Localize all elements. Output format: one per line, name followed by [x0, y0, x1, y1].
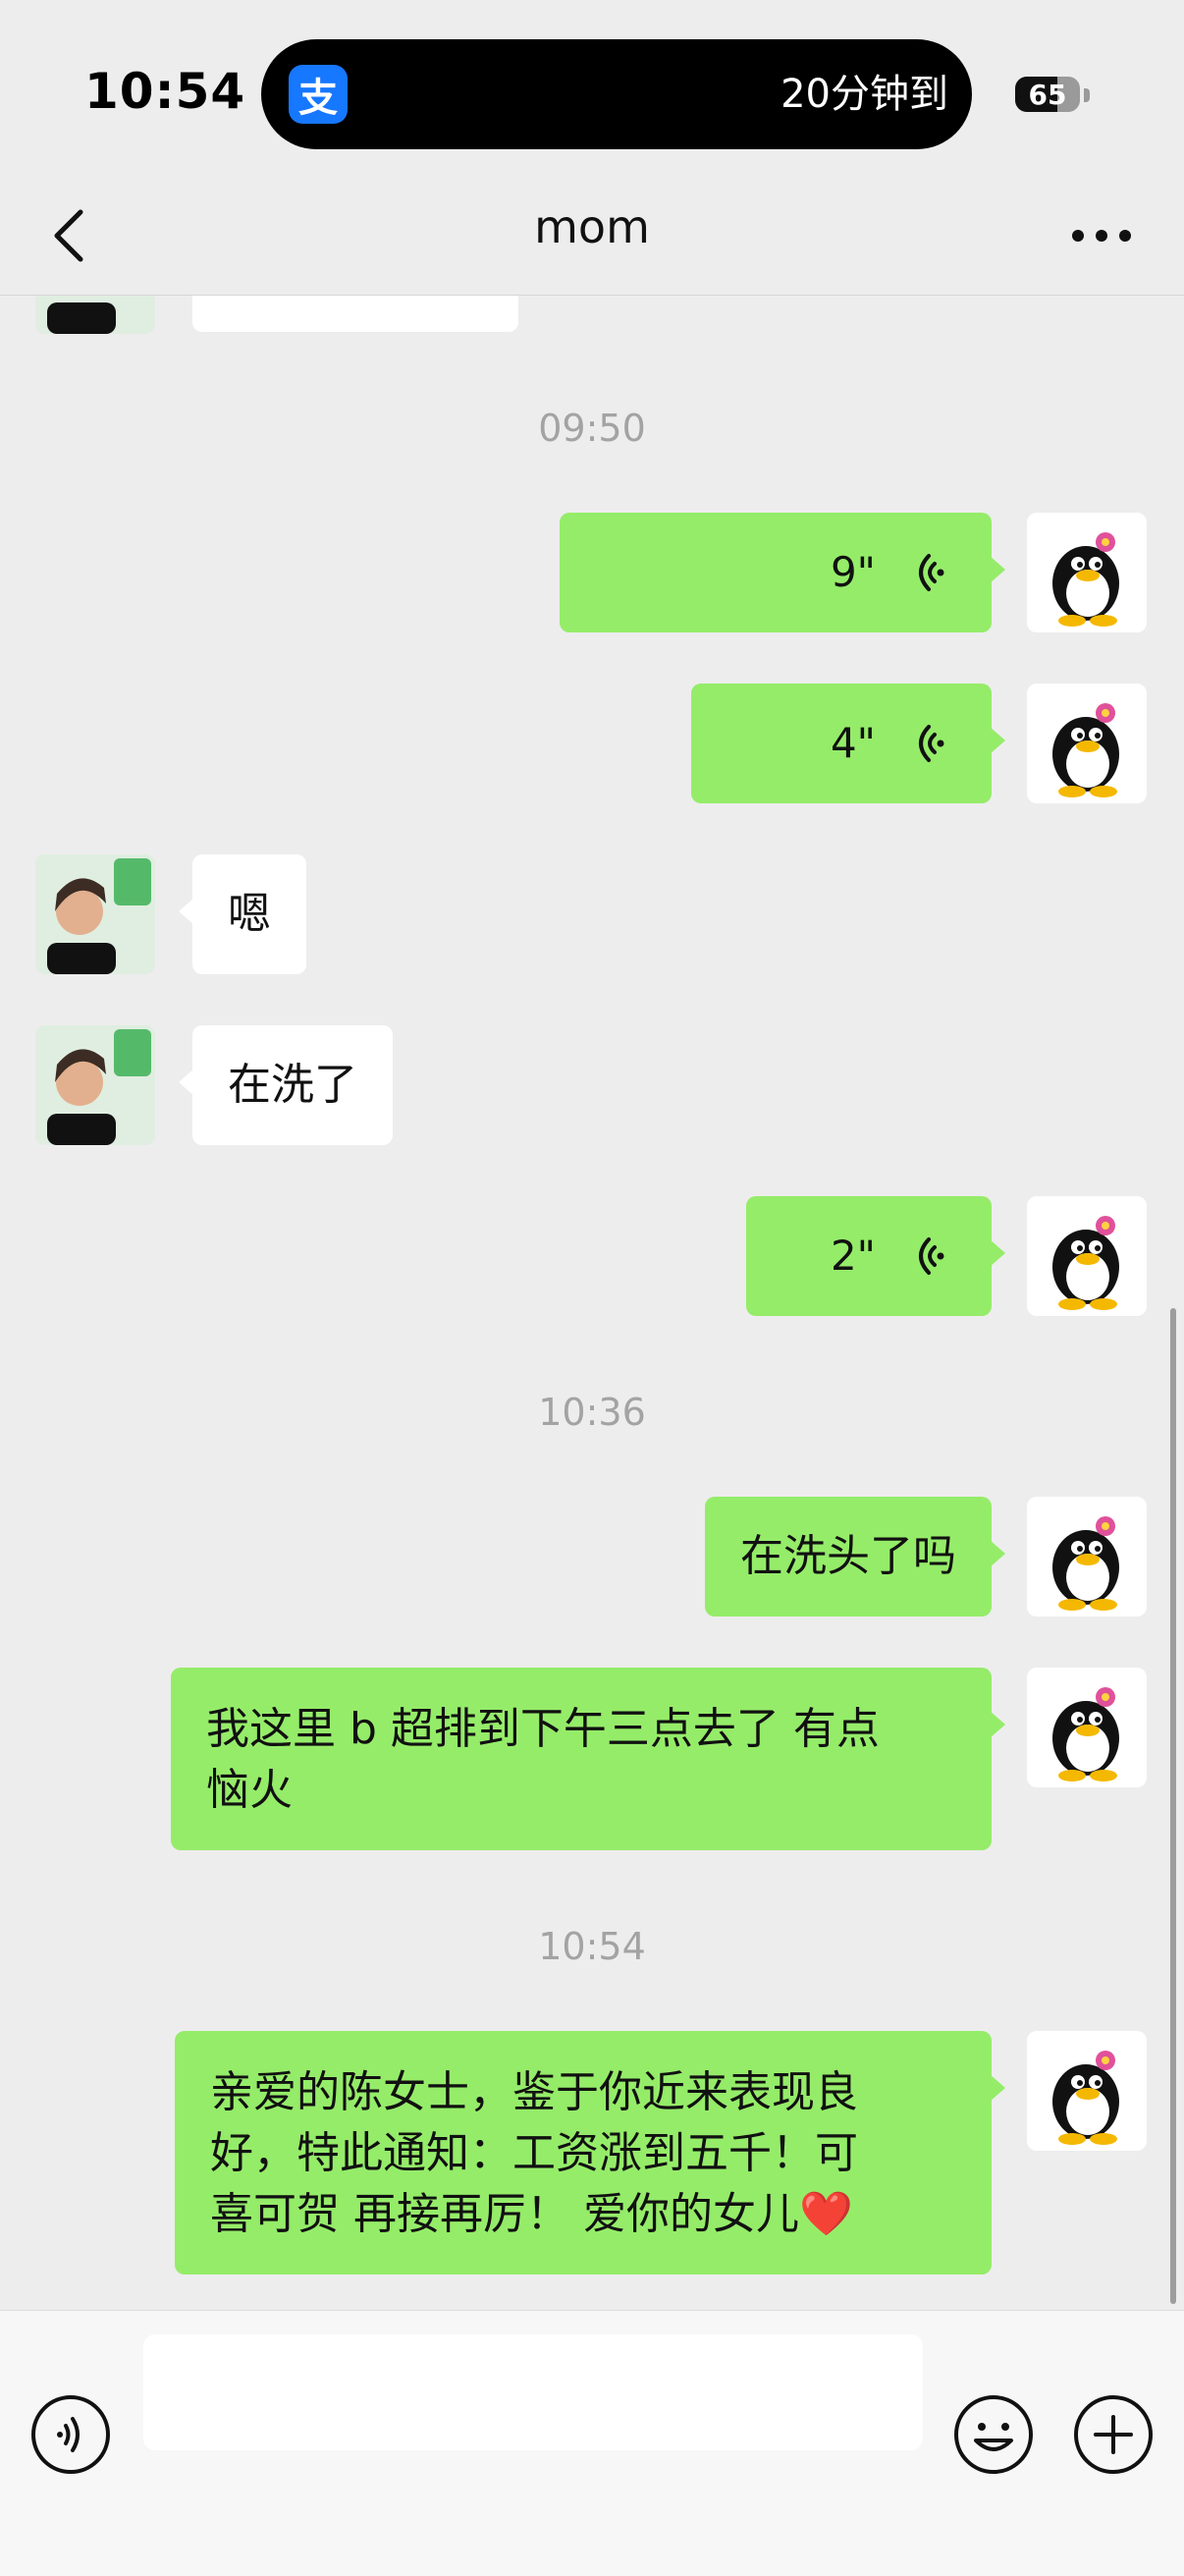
mom-avatar-image [35, 295, 155, 334]
mom-text-message[interactable]: 在洗了 [179, 1025, 393, 1145]
battery-icon: 65 [1015, 77, 1080, 112]
voice-toggle-icon [31, 2395, 110, 2474]
voice-wave-icon [919, 554, 944, 591]
voice-duration: 4" [830, 719, 876, 767]
penguin-avatar-icon [1052, 1516, 1119, 1611]
chat-header: mom [0, 177, 1184, 296]
chat-title: mom [534, 200, 650, 253]
my-text-message[interactable]: 亲爱的陈女士，鉴于你近来表现良 好，特此通知：工资涨到五千！可 喜可贺 再接再厉… [175, 2031, 1005, 2275]
my-voice-message[interactable]: 2" [746, 1196, 1005, 1316]
more-options-button[interactable] [1062, 204, 1141, 267]
my-avatar[interactable] [1027, 1668, 1147, 1787]
voice-wave-icon [919, 1237, 944, 1275]
alipay-icon[interactable]: 支 [289, 65, 348, 124]
my-avatar[interactable] [1027, 1196, 1147, 1316]
mom-avatar[interactable] [35, 1025, 155, 1145]
plus-icon [1074, 2395, 1153, 2474]
emoji-icon [954, 2395, 1033, 2474]
penguin-avatar-icon [1052, 1687, 1119, 1781]
battery-percent: 65 [1028, 78, 1067, 111]
my-avatar[interactable] [1027, 684, 1147, 803]
my-voice-message[interactable]: 4" [691, 684, 1005, 803]
voice-duration: 2" [830, 1232, 876, 1280]
voice-wave-icon [919, 725, 944, 762]
timestamp-1036: 10:36 [538, 1391, 646, 1434]
mom-avatar[interactable] [35, 295, 155, 334]
my-avatar[interactable] [1027, 2031, 1147, 2151]
live-activity-text: 20分钟到 [780, 72, 948, 117]
penguin-avatar-icon [1052, 532, 1119, 627]
status-time: 10:54 [84, 63, 246, 120]
my-text-message[interactable]: 在洗头了吗 [705, 1497, 1005, 1617]
mom-avatar-image [35, 1025, 155, 1145]
battery-cap [1084, 88, 1090, 102]
penguin-avatar-icon [1052, 2051, 1119, 2145]
my-avatar[interactable] [1027, 1497, 1147, 1617]
my-text-message[interactable]: 我这里 b 超排到下午三点去了 有点 恼火 [171, 1668, 1005, 1850]
chat-scrollbar[interactable] [1170, 1308, 1176, 2304]
voice-toggle-button[interactable] [29, 2393, 112, 2476]
my-voice-message[interactable]: 9" [560, 513, 1005, 632]
penguin-avatar-icon [1052, 1216, 1119, 1310]
plus-button[interactable] [1072, 2393, 1155, 2476]
mom-image-message[interactable] [192, 295, 518, 332]
timestamp-0950: 09:50 [538, 407, 646, 450]
voice-duration: 9" [830, 548, 876, 596]
ellipsis-icon [1072, 230, 1131, 242]
mom-text-message[interactable]: 嗯 [179, 854, 306, 974]
penguin-avatar-icon [1052, 703, 1119, 797]
timestamp-1054: 10:54 [538, 1925, 646, 1968]
mom-avatar[interactable] [35, 854, 155, 974]
my-avatar[interactable] [1027, 513, 1147, 632]
status-bar: 10:54 支 20分钟到 65 [0, 0, 1184, 177]
mom-avatar-image [35, 854, 155, 974]
input-bar [0, 2310, 1184, 2576]
emoji-button[interactable] [952, 2393, 1035, 2476]
message-input[interactable] [143, 2334, 923, 2450]
chat-message-list[interactable]: 09:50 9" 4" 嗯 在洗了 2" 10:36 在洗头了吗 我这里 b 超… [0, 295, 1184, 2310]
